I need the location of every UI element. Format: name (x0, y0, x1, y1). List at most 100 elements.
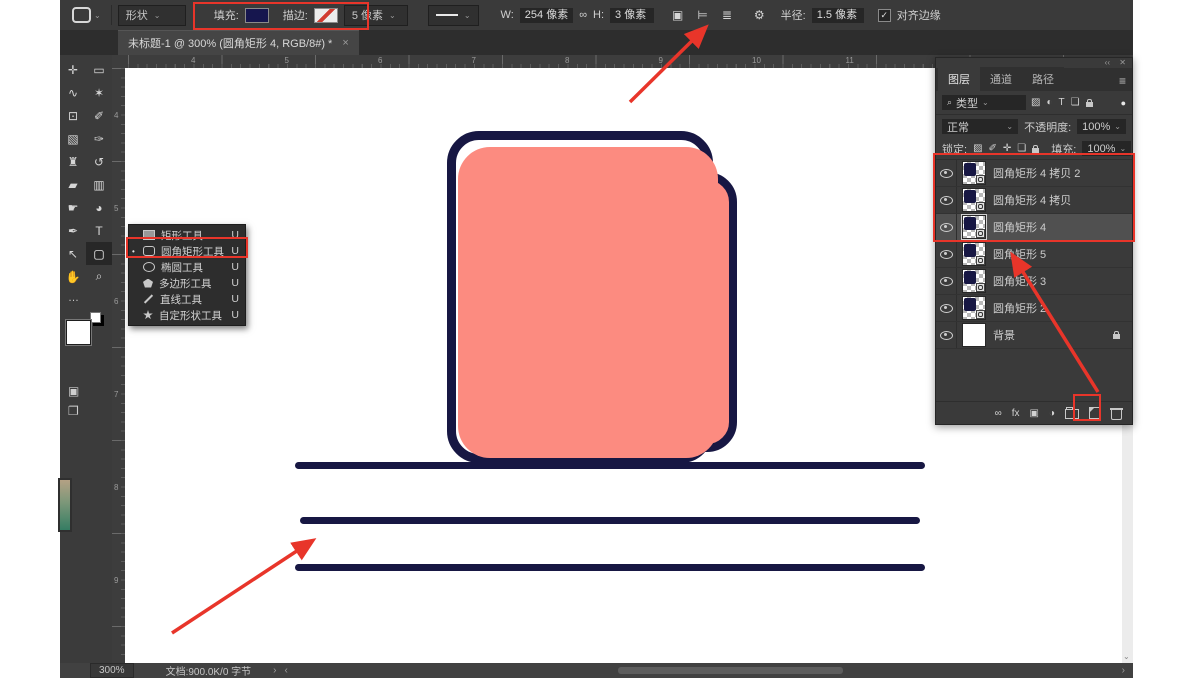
clone-stamp-tool[interactable]: ♜ (60, 150, 86, 173)
layer-row-4[interactable]: 圆角矩形 3 (936, 268, 1132, 295)
layer-row-1[interactable]: 圆角矩形 4 拷贝 (936, 187, 1132, 214)
filter-type-select[interactable]: ⌕ 类型 ⌄ (942, 95, 1026, 110)
visibility-cell[interactable] (936, 214, 957, 240)
visibility-cell[interactable] (936, 322, 957, 348)
zoom-level-field[interactable]: 300% (90, 663, 134, 678)
filter-toggle-icon[interactable]: ● (1121, 98, 1126, 108)
lock-all-icon[interactable] (1032, 148, 1039, 153)
crop-tool[interactable]: ⊡ (60, 104, 86, 127)
adjustment-filter-icon[interactable]: ◐ (1046, 97, 1052, 108)
flyout-item-line-tool[interactable]: 直线工具U (129, 291, 245, 307)
link-dimensions-icon[interactable]: ∞ (579, 9, 587, 21)
tab-layers[interactable]: 图层 (938, 67, 980, 91)
hand-tool[interactable]: ✋ (60, 265, 86, 288)
fill-opacity-select[interactable]: 100% ⌄ (1082, 141, 1131, 156)
opacity-select[interactable]: 100% ⌄ (1077, 119, 1126, 134)
path-arrange-button[interactable]: ≣ (722, 8, 732, 22)
layer-row-5[interactable]: 圆角矩形 2 (936, 295, 1132, 322)
delete-layer-icon[interactable] (1111, 410, 1122, 420)
lock-artboard-icon[interactable]: ❏ (1017, 143, 1026, 154)
visibility-eye-icon[interactable] (940, 304, 953, 313)
layer-thumbnail[interactable] (962, 296, 986, 320)
stroke-style-select[interactable]: ⌄ (428, 5, 479, 26)
shape-filter-icon[interactable]: ❏ (1071, 97, 1080, 108)
tool-mode-select[interactable]: 形状 ⌄ (118, 5, 186, 26)
collapse-panel-icon[interactable]: ‹‹ (1105, 58, 1110, 67)
eraser-tool[interactable]: ▰ (60, 173, 86, 196)
type-tool[interactable]: T (86, 219, 112, 242)
adjustment-layer-icon[interactable]: ◑ (1049, 408, 1055, 419)
visibility-eye-icon[interactable] (940, 277, 953, 286)
flyout-item-rectangle-tool[interactable]: 矩形工具U (129, 227, 245, 243)
eyedropper-tool[interactable]: ✐ (86, 104, 112, 127)
magic-wand-tool[interactable]: ✶ (86, 81, 112, 104)
visibility-cell[interactable] (936, 295, 957, 321)
foreground-color-swatch[interactable] (66, 320, 91, 345)
layer-thumbnail[interactable] (962, 215, 986, 239)
tab-channels[interactable]: 通道 (980, 67, 1022, 91)
lock-transparent-icon[interactable]: ▨ (973, 143, 982, 154)
layer-thumbnail[interactable] (962, 269, 986, 293)
screen-mode-icon[interactable]: ❐ (68, 404, 79, 418)
stroke-width-select[interactable]: 5 像素 ⌄ (344, 5, 408, 26)
path-operations-button[interactable]: ▣ (672, 8, 683, 22)
status-arrow-left[interactable]: ‹ (285, 665, 288, 676)
visibility-cell[interactable] (936, 268, 957, 294)
visibility-eye-icon[interactable] (940, 331, 953, 340)
move-tool[interactable]: ✛ (60, 58, 86, 81)
lock-move-icon[interactable]: ✛ (1003, 143, 1011, 154)
visibility-eye-icon[interactable] (940, 196, 953, 205)
layer-mask-icon[interactable]: ▣ (1030, 408, 1039, 419)
layer-thumbnail[interactable] (962, 242, 986, 266)
layer-name[interactable]: 圆角矩形 3 (993, 273, 1046, 289)
height-input[interactable]: 3 像素 (610, 8, 654, 23)
layer-name[interactable]: 圆角矩形 4 拷贝 (993, 192, 1071, 208)
brush-tool[interactable]: ✑ (86, 127, 112, 150)
layer-name[interactable]: 圆角矩形 4 (993, 219, 1046, 235)
tab-paths[interactable]: 路径 (1022, 67, 1064, 91)
healing-brush-tool[interactable]: ▧ (60, 127, 86, 150)
layer-name[interactable]: 背景 (993, 327, 1015, 343)
layer-row-3[interactable]: 圆角矩形 5 (936, 241, 1132, 268)
shape-tool[interactable]: ▢ (86, 242, 112, 265)
layer-row-2[interactable]: 圆角矩形 4 (936, 214, 1132, 241)
tool-preset-button[interactable]: ⌄ (68, 5, 105, 25)
path-selection-tool[interactable]: ↖ (60, 242, 86, 265)
horizontal-scrollbar[interactable] (618, 667, 843, 674)
zoom-tool[interactable]: ⌕ (86, 265, 112, 288)
gradient-tool[interactable]: ▥ (86, 173, 112, 196)
new-layer-icon[interactable] (1089, 407, 1101, 419)
layer-style-icon[interactable]: fx (1012, 408, 1020, 419)
lock-paint-icon[interactable]: ✐ (989, 143, 997, 154)
visibility-cell[interactable] (936, 160, 957, 186)
status-arrow-right[interactable]: › (273, 665, 276, 676)
close-panel-icon[interactable]: ✕ (1119, 58, 1126, 67)
path-align-button[interactable]: ⊨ (697, 8, 707, 22)
layer-row-0[interactable]: 圆角矩形 4 拷贝 2 (936, 160, 1132, 187)
layer-row-6[interactable]: 背景 (936, 322, 1132, 349)
scroll-down-icon[interactable]: ⌄ (1123, 652, 1130, 661)
visibility-eye-icon[interactable] (940, 169, 953, 178)
smudge-tool[interactable]: ☛ (60, 196, 86, 219)
visibility-eye-icon[interactable] (940, 223, 953, 232)
width-input[interactable]: 254 像素 (520, 8, 573, 23)
panel-menu-icon[interactable]: ≡ (1119, 74, 1126, 91)
type-filter-icon[interactable]: T (1059, 97, 1065, 108)
document-tab[interactable]: 未标题-1 @ 300% (圆角矩形 4, RGB/8#) * × (118, 30, 359, 55)
layer-thumbnail[interactable] (962, 323, 986, 347)
layer-thumbnail[interactable] (962, 188, 986, 212)
toolbar-more-icon[interactable]: … (60, 292, 112, 306)
flyout-item-polygon-tool[interactable]: 多边形工具U (129, 275, 245, 291)
visibility-cell[interactable] (936, 187, 957, 213)
fill-color-swatch[interactable] (245, 8, 269, 23)
blend-mode-select[interactable]: 正常 ⌄ (942, 119, 1018, 134)
group-layers-icon[interactable] (1065, 409, 1079, 419)
layer-thumbnail[interactable] (962, 161, 986, 185)
gear-icon[interactable]: ⚙ (754, 8, 765, 22)
flyout-item-custom-shape-tool[interactable]: 自定形状工具U (129, 307, 245, 323)
align-edges-checkbox[interactable]: ✓ (878, 9, 891, 22)
quick-mask-icon[interactable]: ▣ (68, 384, 79, 398)
stroke-color-swatch[interactable] (314, 8, 338, 23)
pen-tool[interactable]: ✒ (60, 219, 86, 242)
marquee-tool[interactable]: ▭ (86, 58, 112, 81)
